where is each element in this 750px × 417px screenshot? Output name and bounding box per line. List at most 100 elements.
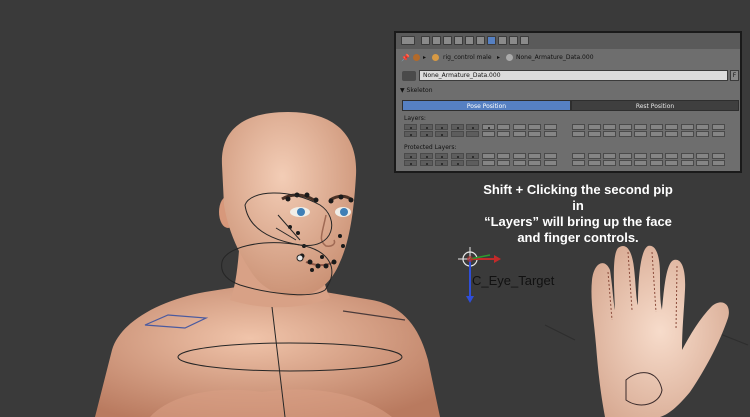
layer-pip[interactable] xyxy=(543,153,557,159)
layer-pip[interactable] xyxy=(680,160,694,166)
layer-pip[interactable] xyxy=(435,131,448,137)
layer-pip[interactable] xyxy=(618,153,632,159)
layer-pip[interactable] xyxy=(680,124,694,130)
editor-type-icon[interactable] xyxy=(401,36,415,45)
layer-pip[interactable] xyxy=(481,160,495,166)
layer-pip[interactable] xyxy=(419,153,433,159)
layer-pip[interactable] xyxy=(618,160,632,166)
layer-pip[interactable] xyxy=(543,131,557,137)
layer-pip[interactable] xyxy=(587,153,601,159)
layer-pip[interactable] xyxy=(603,160,616,166)
skeleton-section-header[interactable]: ▼ Skeleton xyxy=(400,87,433,97)
layer-pip[interactable] xyxy=(649,124,663,130)
3d-viewport[interactable]: 📌 ▸ rig_control male ▸ None_Armature_Dat… xyxy=(0,0,750,417)
layer-pip[interactable] xyxy=(450,153,464,159)
layer-pip[interactable] xyxy=(435,124,448,130)
layer-pip[interactable] xyxy=(435,160,448,166)
layer-pip[interactable] xyxy=(572,153,585,159)
layer-pip[interactable] xyxy=(404,131,417,137)
layer-pip[interactable] xyxy=(665,124,678,130)
layer-pip[interactable] xyxy=(618,124,632,130)
layer-pip[interactable] xyxy=(711,131,725,137)
layer-pip[interactable] xyxy=(680,131,694,137)
layer-pip[interactable] xyxy=(497,131,510,137)
layer-pip[interactable] xyxy=(512,131,526,137)
breadcrumb-data[interactable]: None_Armature_Data.000 xyxy=(516,54,594,61)
pose-position-button[interactable]: Pose Position xyxy=(402,100,571,111)
fake-user-button[interactable]: F xyxy=(730,70,739,81)
layer-pip[interactable] xyxy=(680,153,694,159)
layer-pip[interactable] xyxy=(450,160,464,166)
render-icon[interactable] xyxy=(421,36,430,45)
layer-pip[interactable] xyxy=(481,124,495,130)
layer-pip[interactable] xyxy=(528,160,541,166)
layer-pip[interactable] xyxy=(419,160,433,166)
bone-icon[interactable] xyxy=(498,36,507,45)
layer-pip[interactable] xyxy=(696,153,709,159)
layer-pip[interactable] xyxy=(634,124,647,130)
layer-pip[interactable] xyxy=(419,131,433,137)
layer-pip[interactable] xyxy=(711,124,725,130)
world-icon[interactable] xyxy=(454,36,463,45)
armature-data-icon[interactable] xyxy=(487,36,496,45)
modifiers-icon[interactable] xyxy=(520,36,529,45)
layer-pip[interactable] xyxy=(634,131,647,137)
layer-pip[interactable] xyxy=(603,153,616,159)
layer-pip[interactable] xyxy=(603,124,616,130)
layer-pip[interactable] xyxy=(450,131,464,137)
layer-pip[interactable] xyxy=(419,124,433,130)
layer-pip[interactable] xyxy=(404,160,417,166)
layer-pip[interactable] xyxy=(528,131,541,137)
layer-pip[interactable] xyxy=(528,153,541,159)
layer-pip[interactable] xyxy=(435,153,448,159)
layer-pip[interactable] xyxy=(649,153,663,159)
layer-pip[interactable] xyxy=(572,124,585,130)
bone-constraints-icon[interactable] xyxy=(509,36,518,45)
layer-pip[interactable] xyxy=(572,131,585,137)
layer-pip[interactable] xyxy=(696,160,709,166)
layer-pip[interactable] xyxy=(665,160,678,166)
character-hand[interactable] xyxy=(591,245,729,417)
layer-pip[interactable] xyxy=(512,160,526,166)
layer-pip[interactable] xyxy=(497,160,510,166)
armature-browse-icon[interactable] xyxy=(402,71,416,81)
rest-position-button[interactable]: Rest Position xyxy=(571,100,739,111)
layer-pip[interactable] xyxy=(481,153,495,159)
layer-pip[interactable] xyxy=(618,131,632,137)
scene-icon[interactable] xyxy=(443,36,452,45)
constraints-icon[interactable] xyxy=(476,36,485,45)
object-icon[interactable] xyxy=(465,36,474,45)
layer-pip[interactable] xyxy=(711,153,725,159)
layer-pip[interactable] xyxy=(466,124,479,130)
layer-pip[interactable] xyxy=(404,124,417,130)
layer-pip[interactable] xyxy=(649,131,663,137)
layer-pip[interactable] xyxy=(696,124,709,130)
layer-pip[interactable] xyxy=(450,124,464,130)
layer-pip[interactable] xyxy=(587,131,601,137)
layer-pip[interactable] xyxy=(649,160,663,166)
layer-pip[interactable] xyxy=(634,160,647,166)
layer-pip[interactable] xyxy=(543,160,557,166)
properties-panel[interactable]: 📌 ▸ rig_control male ▸ None_Armature_Dat… xyxy=(394,31,742,173)
render-layers-icon[interactable] xyxy=(432,36,441,45)
layer-pip[interactable] xyxy=(587,124,601,130)
breadcrumb-object[interactable]: rig_control male xyxy=(443,54,492,61)
layer-pip[interactable] xyxy=(512,124,526,130)
pin-icon[interactable]: 📌 xyxy=(401,54,410,62)
layer-pip[interactable] xyxy=(466,153,479,159)
layer-pip[interactable] xyxy=(466,131,479,137)
layer-pip[interactable] xyxy=(404,153,417,159)
layer-pip[interactable] xyxy=(466,160,479,166)
layer-pip[interactable] xyxy=(665,153,678,159)
datablock-name-field[interactable]: None_Armature_Data.000 xyxy=(419,70,728,81)
layer-pip[interactable] xyxy=(572,160,585,166)
layer-pip[interactable] xyxy=(528,124,541,130)
layer-pip[interactable] xyxy=(696,131,709,137)
layer-pip[interactable] xyxy=(543,124,557,130)
layer-pip[interactable] xyxy=(497,124,510,130)
layer-pip[interactable] xyxy=(497,153,510,159)
layer-pip[interactable] xyxy=(711,160,725,166)
layer-pip[interactable] xyxy=(481,131,495,137)
layer-pip[interactable] xyxy=(634,153,647,159)
layer-pip[interactable] xyxy=(603,131,616,137)
